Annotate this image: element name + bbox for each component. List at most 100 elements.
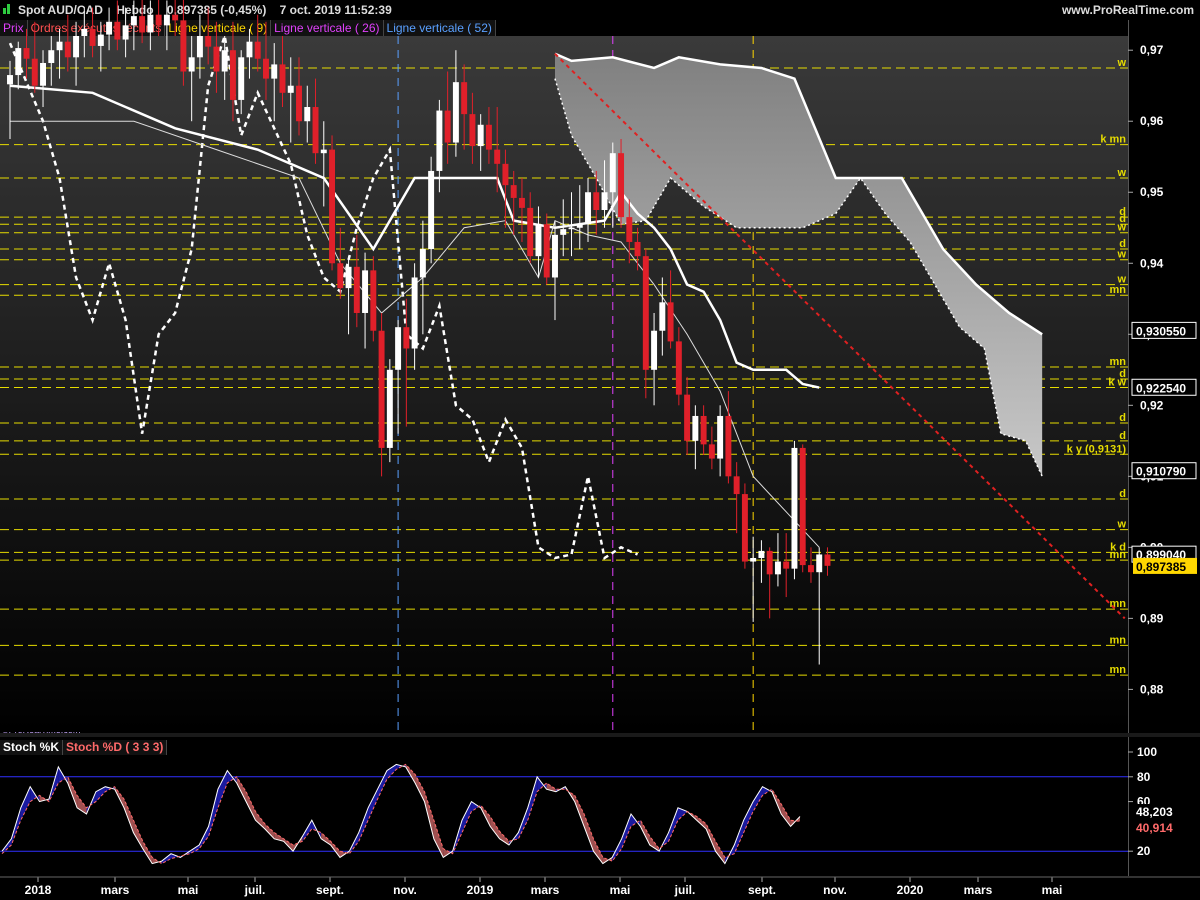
candle-body <box>312 107 319 154</box>
candle-body <box>783 561 790 569</box>
candle-body <box>626 217 633 242</box>
candle-body <box>774 561 781 575</box>
x-axis-label: mars <box>531 883 560 897</box>
candle-body <box>15 48 22 76</box>
x-axis-label: sept. <box>748 883 776 897</box>
candle-body <box>337 263 344 289</box>
candle-body <box>791 447 798 569</box>
candle-body <box>378 330 385 448</box>
candle-body <box>799 447 806 566</box>
candle-body <box>824 554 831 566</box>
candle-body <box>180 20 187 72</box>
x-axis-label: mars <box>964 883 993 897</box>
candle-body <box>502 163 509 186</box>
level-label: w <box>1116 222 1126 234</box>
candle-body <box>758 550 765 558</box>
candle-body <box>708 444 715 459</box>
candle-body <box>634 241 641 257</box>
price-box-label: 0,930550 <box>1136 324 1186 338</box>
candle-body <box>238 57 245 100</box>
x-axis-label: mai <box>1042 883 1063 897</box>
candle-body <box>73 36 80 58</box>
level-label: w <box>1116 167 1126 179</box>
candle-body <box>362 270 369 313</box>
candle-body <box>279 64 286 93</box>
price-tick-label: 0,95 <box>1140 185 1164 199</box>
candle-body <box>304 107 311 122</box>
candle-body <box>353 266 360 313</box>
candle-body <box>816 554 823 573</box>
candle-body <box>213 46 220 72</box>
candle-body <box>601 192 608 210</box>
candle-body <box>386 369 393 448</box>
level-label: mn <box>1110 284 1127 296</box>
candle-body <box>411 277 418 349</box>
candle-body <box>733 476 740 495</box>
candle-body <box>659 302 666 331</box>
candle-body <box>56 41 63 51</box>
candle-body <box>370 270 377 331</box>
x-axis-label: juil. <box>244 883 266 897</box>
level-label: mn <box>1110 598 1127 610</box>
candle-body <box>585 192 591 225</box>
candle-body <box>535 224 542 257</box>
candle-body <box>485 124 492 150</box>
level-label: mn <box>1110 634 1127 646</box>
x-axis-label: juil. <box>674 883 696 897</box>
x-axis-label: 2020 <box>897 883 924 897</box>
candle-body <box>527 207 534 257</box>
candle-body <box>692 415 699 441</box>
x-axis-label: mai <box>178 883 199 897</box>
candle-body <box>205 36 212 47</box>
candle-body <box>700 415 707 445</box>
level-label: mn <box>1110 549 1127 561</box>
candle-body <box>560 229 567 235</box>
candle-body <box>403 327 410 349</box>
current-price-label: 0,897385 <box>1136 560 1186 574</box>
candle-body <box>494 149 501 164</box>
candle-body <box>23 48 30 59</box>
stoch-tick-label: 100 <box>1137 745 1157 759</box>
level-label: k w <box>1108 377 1126 389</box>
candle-body <box>395 327 402 370</box>
candle-body <box>651 330 658 370</box>
candle-body <box>81 28 88 36</box>
x-axis-label: nov. <box>823 883 847 897</box>
price-axis: 0,970,960,950,940,930,920,910,900,890,88… <box>1128 43 1197 696</box>
candle-body <box>114 21 121 40</box>
candle-body <box>139 16 146 33</box>
candle-body <box>609 153 616 193</box>
level-label: d <box>1119 430 1126 442</box>
candle-body <box>725 415 732 477</box>
price-tick-label: 0,97 <box>1140 43 1164 57</box>
candle-body <box>444 110 451 143</box>
candle-body <box>320 149 327 154</box>
candle-body <box>618 153 625 218</box>
price-box-label: 0,910790 <box>1136 465 1186 479</box>
level-label: d <box>1119 488 1126 500</box>
level-label: w <box>1116 519 1126 531</box>
candle-body <box>436 110 443 171</box>
level-label: w <box>1116 249 1126 261</box>
candle-body <box>552 234 558 278</box>
x-axis-label: sept. <box>316 883 344 897</box>
candle-body <box>147 14 154 33</box>
candle-body <box>246 41 253 58</box>
level-label: k mn <box>1100 134 1126 146</box>
level-label: d <box>1119 412 1126 424</box>
candle-body <box>750 558 757 562</box>
candle-body <box>345 266 352 289</box>
candle-body <box>106 21 113 35</box>
x-axis-label: 2019 <box>467 883 494 897</box>
candle-body <box>428 170 435 250</box>
candle-body <box>477 124 484 147</box>
chart-canvas[interactable]: wk mnwddwdwwmnmndk wddk y (0,9131)dwk dm… <box>0 0 1200 900</box>
candle-body <box>518 197 525 208</box>
x-axis-label: nov. <box>393 883 417 897</box>
candle-body <box>329 149 336 264</box>
level-label: w <box>1116 57 1126 69</box>
candle-body <box>568 227 575 230</box>
candle-body <box>419 249 426 278</box>
level-label: mn <box>1110 356 1127 368</box>
price-tick-label: 0,92 <box>1140 398 1164 412</box>
